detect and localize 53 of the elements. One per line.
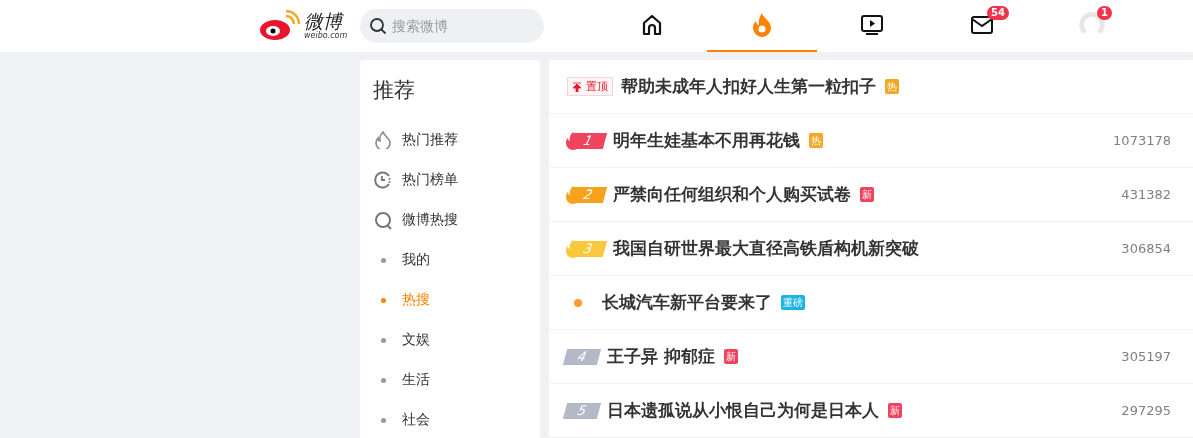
topic-title: 长城汽车新平台要来了: [602, 291, 772, 314]
rank-badge: 5: [562, 402, 602, 419]
topic-tag: 新: [723, 349, 738, 364]
pinned-badge: 置顶: [567, 77, 613, 96]
nav-tab[interactable]: 1: [1037, 0, 1147, 52]
search-field[interactable]: 搜索微博: [360, 9, 544, 43]
search-icon: [369, 17, 387, 35]
count-badge: 1: [1097, 6, 1112, 20]
topic-title: 明年生娃基本不用再花钱: [613, 129, 800, 152]
logo-icon: [258, 10, 302, 42]
flame-icon: [374, 131, 392, 149]
search-count: 305197: [1121, 349, 1171, 364]
sidebar-item[interactable]: 热门榜单: [360, 160, 540, 200]
hot-search-row[interactable]: 5 日本遗孤说从小恨自己为何是日本人 新 297295: [549, 384, 1193, 438]
topic-title: 王子异 抑郁症: [607, 345, 715, 368]
topic-tag: 重磅: [781, 295, 805, 310]
sidebar-item[interactable]: 文娱: [360, 320, 540, 360]
promo-dot: [574, 298, 582, 307]
clock-icon: [374, 171, 392, 189]
hot-search-row[interactable]: 4 王子异 抑郁症 新 305197: [549, 330, 1193, 384]
search-count: 431382: [1121, 187, 1171, 202]
search-icon: [374, 210, 393, 230]
rank-badge: 4: [562, 348, 602, 365]
topic-title: 日本遗孤说从小恨自己为何是日本人: [607, 399, 879, 422]
sidebar-item[interactable]: 热门推荐: [360, 120, 540, 160]
topic-title: 我国自研世界最大直径高铁盾构机新突破: [613, 237, 919, 260]
search-count: 1073178: [1113, 133, 1171, 148]
video-icon: [860, 13, 884, 37]
hot-search-row[interactable]: 3 我国自研世界最大直径高铁盾构机新突破 306854: [549, 222, 1193, 276]
logo-name: 微博: [304, 12, 344, 31]
sidebar-item[interactable]: 微博热搜: [360, 200, 540, 240]
mail-icon: [970, 15, 994, 35]
logo-text: weibo.com: [304, 32, 348, 40]
sidebar-item[interactable]: 我的: [360, 240, 540, 280]
topic-tag: 新: [888, 403, 902, 418]
hot-search-row[interactable]: 1 明年生娃基本不用再花钱 热 1073178: [549, 114, 1193, 168]
topic-tag: 新: [860, 187, 874, 202]
hot-search-row[interactable]: 长城汽车新平台要来了 重磅: [549, 276, 1193, 330]
count-badge: 54: [987, 6, 1009, 20]
topic-tag: 热: [885, 79, 899, 94]
home-icon: [640, 13, 664, 37]
flame-icon: [751, 12, 773, 38]
topic-tag: 热: [809, 133, 823, 148]
search-count: 306854: [1121, 241, 1171, 256]
topic-title: 帮助未成年人扣好人生第一粒扣子: [621, 75, 876, 98]
sidebar-item[interactable]: 生活: [360, 360, 540, 400]
search-count: 297295: [1121, 403, 1171, 418]
sidebar-item[interactable]: 社会: [360, 400, 540, 438]
hot-search-row[interactable]: 2 严禁向任何组织和个人购买试卷 新 431382: [549, 168, 1193, 222]
hot-search-row[interactable]: 置顶 帮助未成年人扣好人生第一粒扣子 热: [549, 60, 1193, 114]
sidebar-title: 推荐: [372, 77, 416, 104]
nav-tab[interactable]: 54: [927, 0, 1037, 52]
topic-title: 严禁向任何组织和个人购买试卷: [613, 183, 851, 206]
